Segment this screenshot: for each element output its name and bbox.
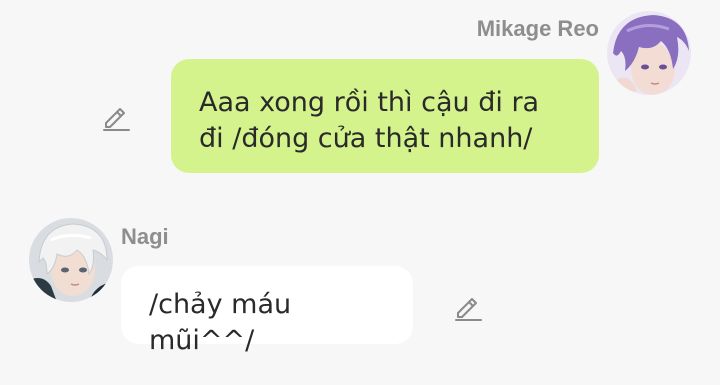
sender-name: Nagi — [121, 224, 169, 249]
edit-icon[interactable] — [101, 102, 131, 132]
avatar-nagi[interactable] — [29, 218, 113, 302]
avatar-mikage-reo[interactable] — [607, 11, 691, 95]
message-bubble[interactable]: /chảy máu mũi^^/ — [121, 266, 413, 356]
sender-name: Mikage Reo — [476, 16, 599, 41]
message-bubble[interactable]: Aaa xong rồi thì cậu đi ra đi /đóng cửa … — [171, 59, 599, 173]
edit-icon[interactable] — [453, 292, 483, 322]
